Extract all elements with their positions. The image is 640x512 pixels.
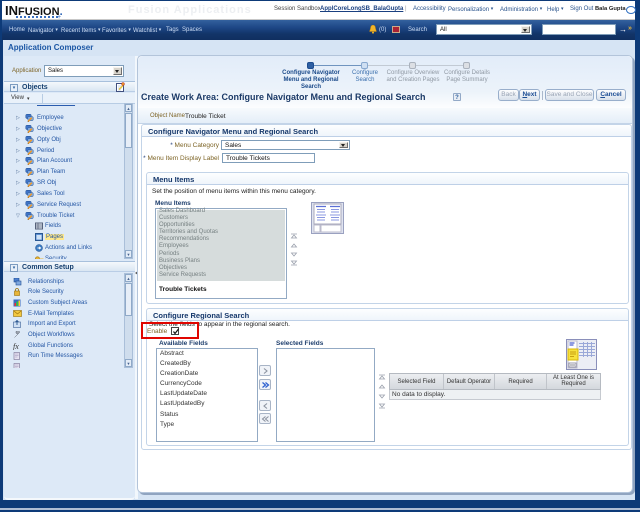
svg-text:fx: fx (13, 342, 19, 350)
